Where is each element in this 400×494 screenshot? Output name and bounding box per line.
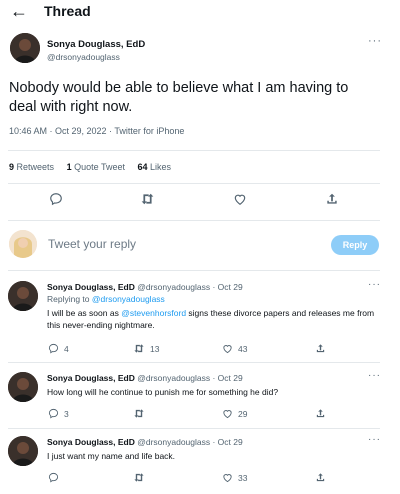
reply-icon[interactable]: 4 [48, 343, 69, 354]
divider [8, 220, 380, 221]
divider [8, 362, 380, 363]
author-handle-date[interactable]: @drsonyadouglass · Oct 29 [137, 373, 243, 383]
divider [8, 270, 380, 271]
share-icon[interactable] [315, 343, 326, 354]
avatar[interactable] [8, 372, 38, 402]
reply-header: Sonya Douglass, EdD @drsonyadouglass · O… [47, 282, 243, 292]
divider [8, 183, 380, 184]
reply-header: Sonya Douglass, EdD @drsonyadouglass · O… [47, 373, 243, 383]
page-title: Thread [44, 3, 91, 19]
more-icon[interactable]: ··· [368, 35, 382, 47]
retweet-icon[interactable] [140, 192, 155, 206]
author-handle-date[interactable]: @drsonyadouglass · Oct 29 [137, 282, 243, 292]
like-icon[interactable]: 33 [222, 472, 247, 483]
mention-link[interactable]: @stevenhorsford [121, 308, 186, 318]
quotes-stat[interactable]: 1 Quote Tweet [67, 162, 125, 172]
retweet-icon[interactable] [133, 408, 145, 419]
share-icon[interactable] [315, 408, 326, 419]
mention-link[interactable]: @drsonyadouglass [92, 294, 165, 304]
author-name[interactable]: Sonya Douglass, EdD [47, 373, 135, 383]
tweet-meta[interactable]: 10:46 AM · Oct 29, 2022 · Twitter for iP… [9, 126, 184, 136]
reply-composer: Tweet your reply Reply [0, 226, 400, 266]
retweet-count: 13 [150, 343, 160, 354]
likes-stat[interactable]: 64 Likes [138, 162, 172, 172]
avatar[interactable] [10, 33, 40, 63]
reply-icon[interactable] [49, 192, 63, 206]
thread-header: ← Thread [0, 0, 400, 26]
avatar[interactable] [8, 436, 38, 466]
reply-text: I just want my name and life back. [47, 451, 176, 461]
avatar[interactable] [8, 281, 38, 311]
author-name[interactable]: Sonya Douglass, EdD [47, 282, 135, 292]
more-icon[interactable]: ··· [368, 279, 381, 290]
like-icon[interactable] [233, 192, 247, 206]
reply-icon[interactable]: 3 [48, 408, 69, 419]
divider [8, 428, 380, 429]
like-count: 33 [238, 472, 248, 483]
tweet-stats: 9 Retweets 1 Quote Tweet 64 Likes [9, 162, 181, 172]
retweet-icon[interactable]: 13 [133, 343, 159, 354]
reply-text: How long will he continue to punish me f… [47, 387, 279, 397]
retweets-stat[interactable]: 9 Retweets [9, 162, 54, 172]
share-icon[interactable] [325, 192, 339, 206]
avatar [9, 230, 37, 258]
author-name[interactable]: Sonya Douglass, EdD [47, 39, 145, 50]
author-handle[interactable]: @drsonyadouglass [47, 52, 120, 62]
reply-count: 4 [64, 343, 69, 354]
tweet-text: Nobody would be able to believe what I a… [9, 80, 349, 115]
divider [8, 150, 380, 151]
reply-input[interactable]: Tweet your reply [48, 237, 136, 251]
like-icon[interactable]: 29 [222, 408, 247, 419]
retweet-icon[interactable] [133, 472, 145, 483]
replying-to: Replying to @drsonyadouglass [47, 294, 165, 304]
reply-text: I will be as soon as @stevenhorsford sig… [47, 308, 375, 330]
like-icon[interactable]: 43 [222, 343, 247, 354]
author-name[interactable]: Sonya Douglass, EdD [47, 437, 135, 447]
back-arrow-icon[interactable]: ← [10, 2, 28, 20]
reply-button[interactable]: Reply [331, 235, 379, 255]
reply-icon[interactable] [48, 472, 59, 483]
share-icon[interactable] [315, 472, 326, 483]
author-handle-date[interactable]: @drsonyadouglass · Oct 29 [137, 437, 243, 447]
like-count: 43 [238, 343, 248, 354]
reply-count: 3 [64, 408, 69, 419]
more-icon[interactable]: ··· [368, 370, 381, 381]
more-icon[interactable]: ··· [368, 434, 381, 445]
like-count: 29 [238, 408, 248, 419]
reply-header: Sonya Douglass, EdD @drsonyadouglass · O… [47, 437, 243, 447]
